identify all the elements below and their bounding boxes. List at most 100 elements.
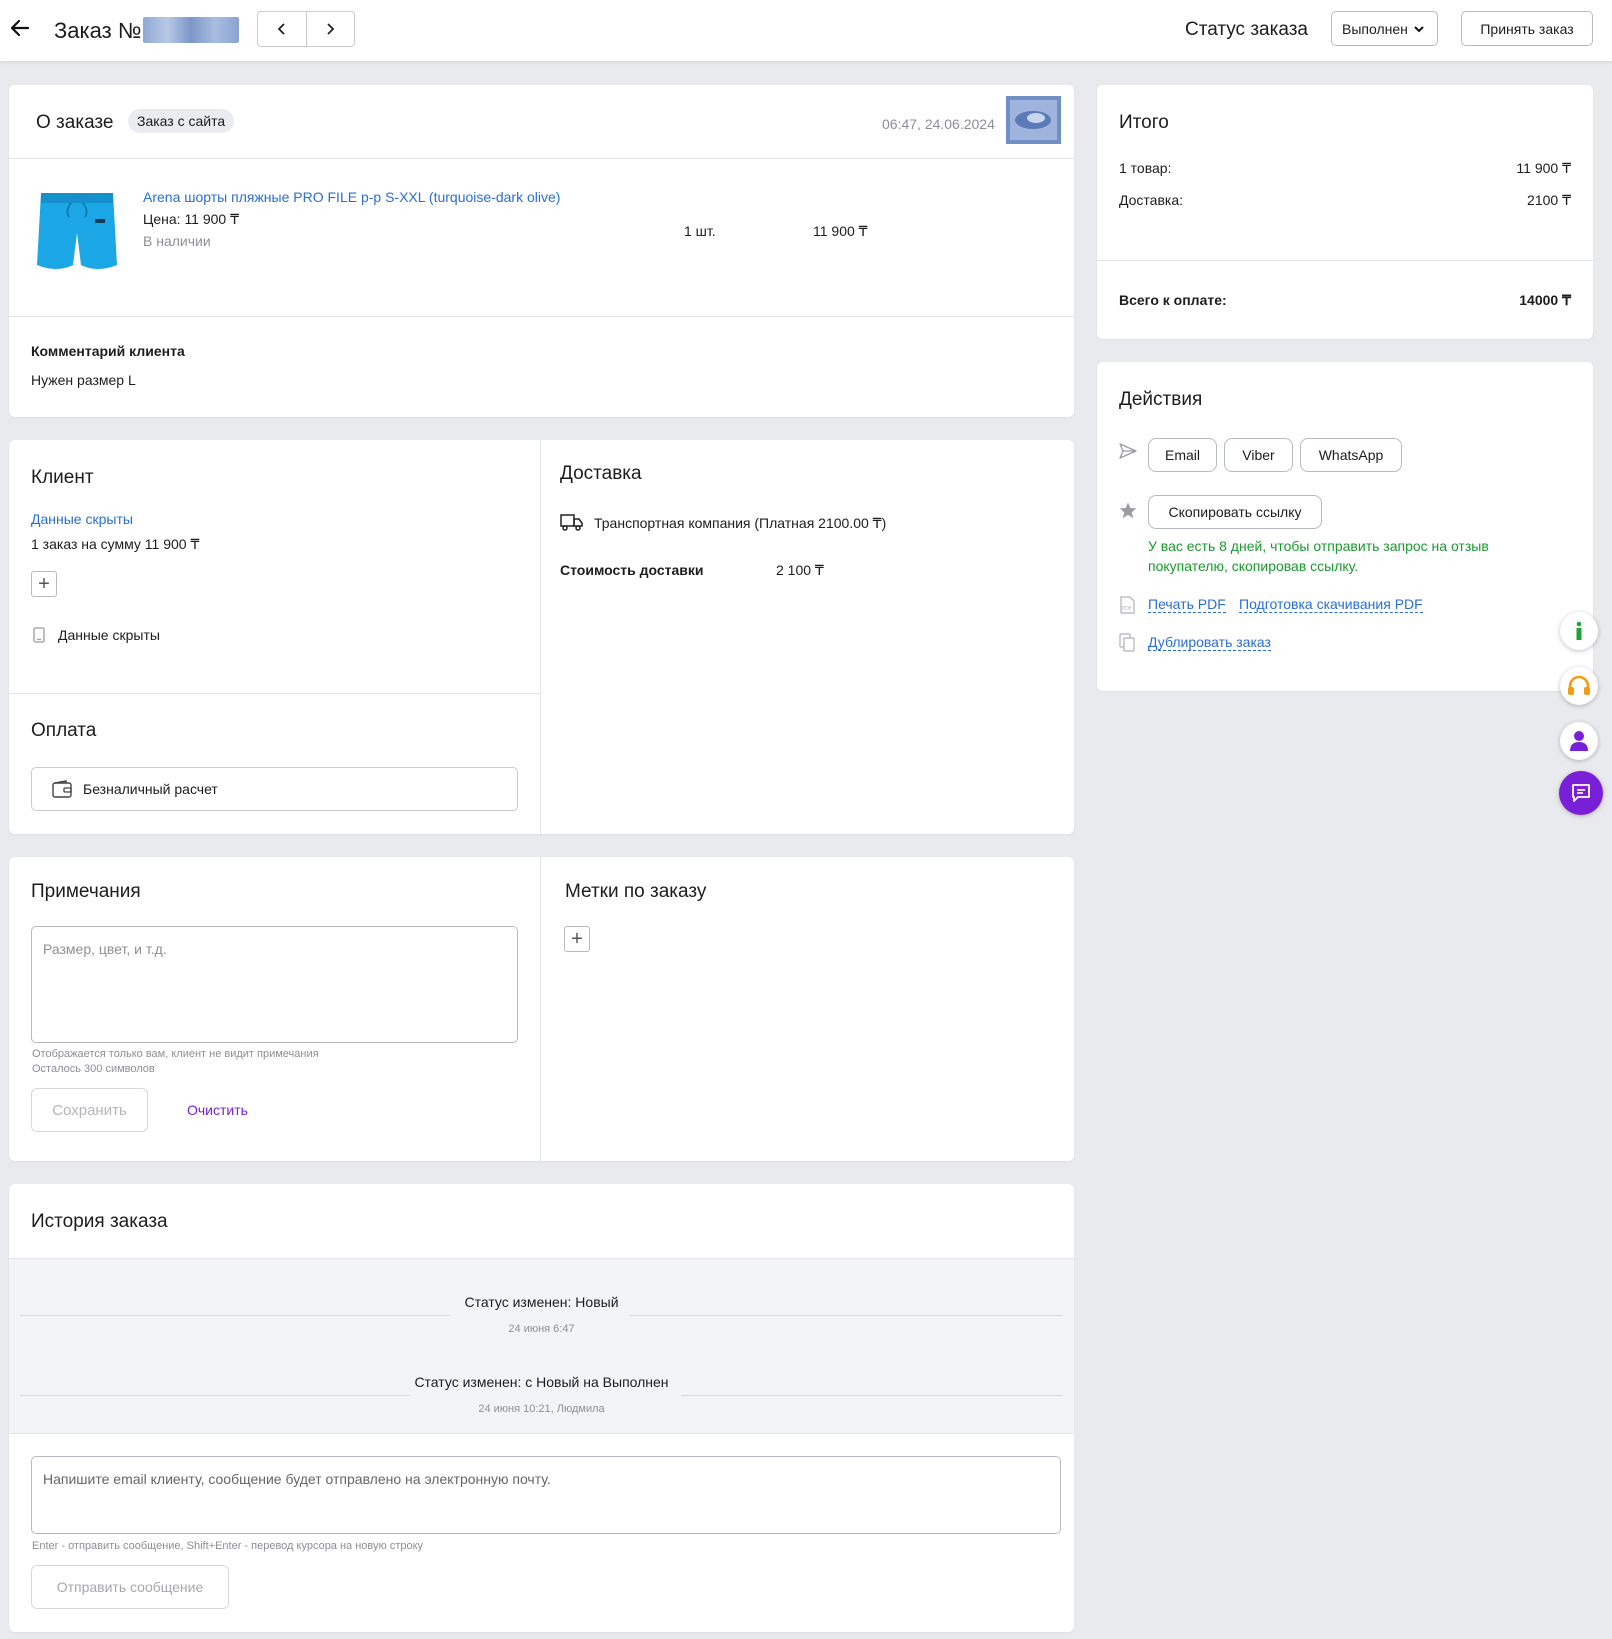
- next-order-button[interactable]: [305, 12, 355, 46]
- product-image: [37, 193, 117, 269]
- prepare-pdf-label: Подготовка скачивания PDF: [1239, 596, 1423, 613]
- print-pdf-label: Печать PDF: [1148, 596, 1226, 613]
- chevron-right-icon: [327, 23, 335, 35]
- actions-title: Действия: [1119, 389, 1203, 410]
- support-button[interactable]: [1560, 667, 1598, 705]
- history-event-text: Статус изменен: с Новый на Выполнен: [414, 1374, 669, 1390]
- notes-tags-card: Примечания Размер, цвет, и т.д. Отобража…: [9, 857, 1074, 1161]
- duplicate-order-link[interactable]: Дублировать заказ: [1148, 634, 1271, 651]
- client-data-link[interactable]: Данные скрыты: [31, 511, 133, 527]
- about-title: О заказе: [36, 112, 114, 133]
- whatsapp-button[interactable]: WhatsApp: [1300, 438, 1402, 472]
- comment-text: Нужен размер L: [31, 372, 136, 388]
- message-hint: Enter - отправить сообщение, Shift+Enter…: [32, 1540, 424, 1552]
- svg-text:PDF: PDF: [1122, 606, 1132, 612]
- notes-hint: Отображается только вам, клиент не видит…: [32, 1048, 319, 1060]
- user-icon: [1570, 731, 1588, 751]
- summary-total-value: 14000 ₸: [1519, 292, 1571, 308]
- client-orders-summary: 1 заказ на сумму 11 900 ₸: [31, 536, 200, 552]
- plus-icon: +: [38, 572, 50, 595]
- plus-icon: +: [571, 927, 583, 950]
- wallet-icon: [52, 780, 72, 798]
- order-source-badge: Заказ с сайта: [128, 109, 235, 133]
- payment-method-box: Безналичный расчет: [31, 767, 518, 811]
- order-datetime: 06:47, 24.06.2024: [882, 116, 995, 132]
- product-availability: В наличии: [143, 233, 211, 249]
- message-textarea[interactable]: Напишите email клиенту, сообщение будет …: [31, 1456, 1061, 1534]
- print-pdf-link[interactable]: Печать PDF: [1148, 596, 1226, 613]
- summary-items-value: 11 900 ₸: [1516, 160, 1571, 176]
- message-placeholder: Напишите email клиенту, сообщение будет …: [43, 1471, 551, 1487]
- chevron-left-icon: [277, 23, 285, 35]
- chat-button[interactable]: [1559, 771, 1603, 815]
- status-select-value: Выполнен: [1342, 20, 1408, 37]
- notes-char-counter: Осталось 300 символов: [32, 1063, 155, 1075]
- info-icon: [1576, 621, 1582, 640]
- notes-title: Примечания: [31, 881, 141, 902]
- delivery-title: Доставка: [560, 463, 642, 484]
- delivery-cost-label: Стоимость доставки: [560, 562, 704, 578]
- viber-button[interactable]: Viber: [1224, 438, 1293, 472]
- order-navigation: [257, 11, 355, 47]
- status-label: Статус заказа: [1185, 19, 1308, 40]
- product-price: Цена: 11 900 ₸: [143, 211, 240, 227]
- copy-link-button[interactable]: Скопировать ссылку: [1148, 495, 1322, 529]
- product-line-total: 11 900 ₸: [813, 223, 868, 239]
- phone-icon: [33, 627, 45, 643]
- clear-notes-link[interactable]: Очистить: [187, 1102, 248, 1118]
- add-client-info-button[interactable]: +: [31, 571, 57, 597]
- history-event-meta: 24 июня 6:47: [508, 1323, 575, 1335]
- top-bar: Заказ № Статус заказа Выполнен Принять з…: [0, 0, 1612, 62]
- duplicate-icon: [1119, 633, 1135, 652]
- headset-icon: [1568, 675, 1590, 695]
- summary-delivery-value: 2100 ₸: [1527, 192, 1571, 208]
- about-order-card: О заказе Заказ с сайта 06:47, 24.06.2024…: [9, 85, 1074, 417]
- pdf-file-icon: PDF: [1120, 596, 1135, 614]
- status-select[interactable]: Выполнен: [1331, 11, 1438, 46]
- chevron-down-icon: [1414, 25, 1424, 32]
- product-name-link[interactable]: Arena шорты пляжные PRO FILE р-р S-XXL (…: [143, 189, 560, 205]
- save-notes-button[interactable]: Сохранить: [31, 1088, 148, 1132]
- summary-total-label: Всего к оплате:: [1119, 292, 1227, 308]
- payment-title: Оплата: [31, 720, 97, 741]
- history-card: История заказа Статус изменен: Новый 24 …: [9, 1184, 1074, 1632]
- truck-icon: [560, 514, 583, 531]
- delivery-cost-value: 2 100 ₸: [776, 562, 824, 578]
- client-phone: Данные скрыты: [58, 627, 160, 643]
- payment-method: Безналичный расчет: [83, 781, 218, 797]
- duplicate-order-label: Дублировать заказ: [1148, 634, 1271, 651]
- summary-items-label: 1 товар:: [1119, 160, 1172, 176]
- review-note: У вас есть 8 дней, чтобы отправить запро…: [1148, 538, 1489, 574]
- summary-delivery-label: Доставка:: [1119, 192, 1184, 208]
- accept-order-button[interactable]: Принять заказ: [1461, 11, 1593, 46]
- tags-title: Метки по заказу: [565, 881, 707, 902]
- history-title: История заказа: [31, 1211, 168, 1232]
- product-quantity: 1 шт.: [684, 223, 716, 239]
- redacted-order-number: [143, 17, 240, 43]
- history-feed: Статус изменен: Новый 24 июня 6:47 Стату…: [9, 1258, 1074, 1434]
- actions-card: Действия Email Viber WhatsApp Скопироват…: [1097, 362, 1593, 691]
- notes-placeholder: Размер, цвет, и т.д.: [43, 941, 167, 957]
- comment-title: Комментарий клиента: [31, 343, 185, 359]
- client-delivery-card: Клиент Данные скрыты 1 заказ на сумму 11…: [9, 440, 1074, 834]
- summary-title: Итого: [1119, 112, 1169, 133]
- email-button[interactable]: Email: [1148, 438, 1217, 472]
- notes-textarea[interactable]: Размер, цвет, и т.д.: [31, 926, 518, 1043]
- back-arrow-icon[interactable]: [8, 16, 32, 40]
- delivery-method: Транспортная компания (Платная 2100.00 ₸…: [594, 515, 887, 531]
- send-icon: [1119, 443, 1137, 459]
- info-button[interactable]: [1560, 612, 1598, 650]
- summary-card: Итого 1 товар: 11 900 ₸ Доставка: 2100 ₸…: [1097, 85, 1593, 339]
- prev-order-button[interactable]: [258, 12, 306, 46]
- shop-logo-icon: [1006, 96, 1061, 144]
- add-tag-button[interactable]: +: [564, 926, 590, 952]
- star-icon: [1119, 502, 1137, 519]
- history-event-meta: 24 июня 10:21, Людмила: [478, 1403, 605, 1415]
- chat-icon: [1572, 784, 1590, 802]
- client-title: Клиент: [31, 467, 94, 488]
- page-title: Заказ №: [54, 17, 240, 44]
- prepare-pdf-link[interactable]: Подготовка скачивания PDF: [1239, 596, 1423, 613]
- send-message-button[interactable]: Отправить сообщение: [31, 1565, 229, 1609]
- manager-button[interactable]: [1560, 722, 1598, 760]
- history-event-text: Статус изменен: Новый: [464, 1294, 619, 1310]
